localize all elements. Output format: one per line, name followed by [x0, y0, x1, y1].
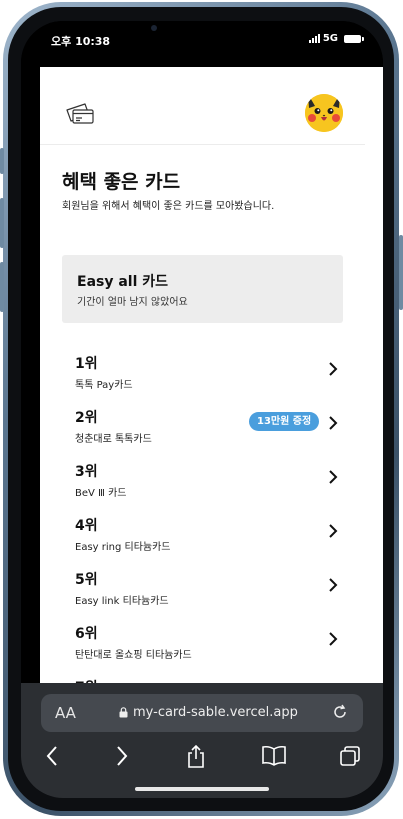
address-bar[interactable]: AA my-card-sable.vercel.app [41, 694, 363, 732]
back-icon[interactable] [45, 745, 59, 771]
network-label: 5G [322, 33, 338, 44]
app-header [40, 67, 383, 144]
phone-screen: 오후 10:38 5G 혜택 좋은 카드 회원님을 위해서 혜택이 좋은 카드를… [21, 21, 383, 798]
chevron-right-icon[interactable] [327, 523, 339, 543]
rank-label: 1위 [75, 356, 98, 372]
rank-label: 4위 [75, 518, 98, 534]
web-content: 혜택 좋은 카드 회원님을 위해서 혜택이 좋은 카드를 모아봤습니다. Eas… [40, 67, 383, 683]
list-item[interactable]: 2위 청춘대로 톡톡카드 13만원 증정 [40, 407, 383, 461]
status-time: 오후 10:38 [51, 35, 111, 48]
bookmarks-icon[interactable] [261, 745, 287, 771]
page-subtitle: 회원님을 위해서 혜택이 좋은 카드를 모아봤습니다. [62, 201, 275, 212]
navigation-toolbar [21, 744, 383, 775]
front-camera [151, 25, 157, 31]
rank-label: 3위 [75, 464, 98, 480]
page-title: 혜택 좋은 카드 [62, 171, 181, 193]
status-bar: 오후 10:38 5G [21, 21, 383, 67]
chevron-right-icon[interactable] [327, 469, 339, 489]
url-field[interactable]: my-card-sable.vercel.app [119, 705, 298, 720]
pikachu-avatar[interactable] [305, 94, 343, 132]
share-icon[interactable] [186, 744, 206, 773]
list-item[interactable]: 1위 톡톡 Pay카드 [40, 353, 383, 407]
card-name: 탄탄대로 올쇼핑 티타늄카드 [75, 650, 192, 661]
card-name: Easy link 티타늄카드 [75, 596, 169, 607]
status-indicators: 5G [308, 33, 364, 44]
url-text: my-card-sable.vercel.app [133, 705, 298, 720]
list-item[interactable]: 3위 BeV Ⅲ 카드 [40, 461, 383, 515]
power-button [399, 235, 403, 310]
tabs-icon[interactable] [339, 745, 361, 771]
list-item[interactable]: 6위 탄탄대로 올쇼핑 티타늄카드 [40, 623, 383, 677]
text-size-button[interactable]: AA [55, 704, 76, 722]
rank-label: 6위 [75, 626, 98, 642]
banner-title: Easy all 카드 [77, 274, 169, 290]
action-button [0, 148, 4, 174]
card-name: 청춘대로 톡톡카드 [75, 434, 152, 445]
chevron-right-icon[interactable] [327, 415, 339, 435]
card-name: Easy ring 티타늄카드 [75, 542, 171, 553]
list-item[interactable]: 5위 Easy link 티타늄카드 [40, 569, 383, 623]
banner-subtitle: 기간이 얼마 남지 않았어요 [77, 297, 188, 308]
volume-up-button [0, 198, 4, 248]
browser-toolbar: AA my-card-sable.vercel.app [21, 683, 383, 798]
chevron-right-icon[interactable] [327, 631, 339, 651]
card-name: 톡톡 Pay카드 [75, 380, 133, 391]
promo-badge: 13만원 증정 [249, 412, 320, 431]
signal-icon [308, 34, 320, 43]
rank-label: 2위 [75, 410, 98, 426]
reload-icon[interactable] [331, 703, 349, 725]
home-indicator[interactable] [135, 787, 269, 791]
credit-card-icon[interactable] [65, 102, 95, 128]
forward-icon[interactable] [115, 745, 129, 771]
promo-banner[interactable]: Easy all 카드 기간이 얼마 남지 않았어요 [62, 255, 343, 323]
header-divider [40, 144, 365, 145]
list-item[interactable]: 4위 Easy ring 티타늄카드 [40, 515, 383, 569]
card-name: BeV Ⅲ 카드 [75, 488, 127, 499]
chevron-right-icon[interactable] [327, 577, 339, 597]
lock-icon [119, 707, 128, 718]
battery-icon [344, 34, 364, 43]
chevron-right-icon[interactable] [327, 361, 339, 381]
rank-label: 5위 [75, 572, 98, 588]
volume-down-button [0, 262, 4, 312]
